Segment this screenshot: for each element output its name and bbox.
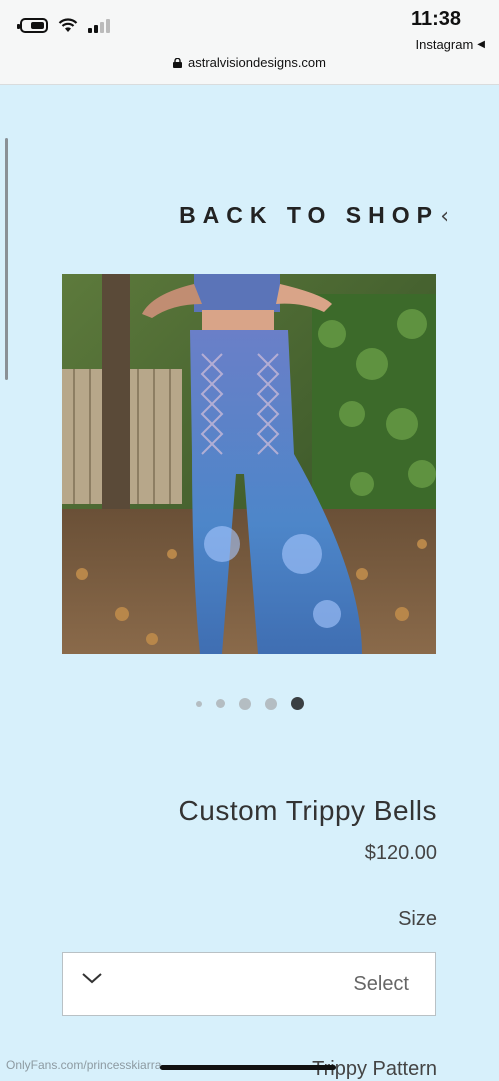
back-to-app-link[interactable]: Instagram ◀ [415,37,485,52]
wifi-icon [58,18,78,33]
gallery-dot[interactable] [195,700,202,707]
lock-icon [172,57,182,68]
scrollbar[interactable] [5,138,8,380]
home-indicator[interactable] [160,1065,336,1070]
product-photo[interactable] [62,274,436,654]
watermark-text: OnlyFans.com/princesskiarra [6,1058,162,1072]
gallery-dot[interactable] [238,697,251,710]
product-price: $120.00 [364,842,437,864]
size-select-value: Select [353,973,409,995]
size-label: Size [398,908,437,930]
battery-icon [17,18,48,33]
browser-top-bar: 11:38 Instagram ◀ astralvisiondesigns.co… [0,0,499,85]
status-icons [17,18,110,33]
status-time: 11:38 [410,8,461,30]
url-text: astralvisiondesigns.com [187,55,326,70]
battery-level [31,22,44,29]
gallery-pagination [0,697,499,710]
gallery-dot[interactable] [290,697,304,710]
gallery-dot[interactable] [264,697,277,710]
chevron-left-icon[interactable]: ‹ [440,204,449,229]
chevron-down-icon [82,973,102,984]
back-arrow-icon: ◀ [477,39,485,50]
cellular-signal-icon [88,18,110,33]
gallery-dot[interactable] [215,699,225,708]
address-bar[interactable]: astralvisiondesigns.com [0,55,499,70]
product-title: Custom Trippy Bells [178,795,437,826]
back-to-shop-link[interactable]: BACK TO SHOP [179,202,439,229]
back-app-label: Instagram [415,37,474,52]
product-photo-illustration [62,274,436,654]
size-select[interactable]: Select [62,952,436,1016]
